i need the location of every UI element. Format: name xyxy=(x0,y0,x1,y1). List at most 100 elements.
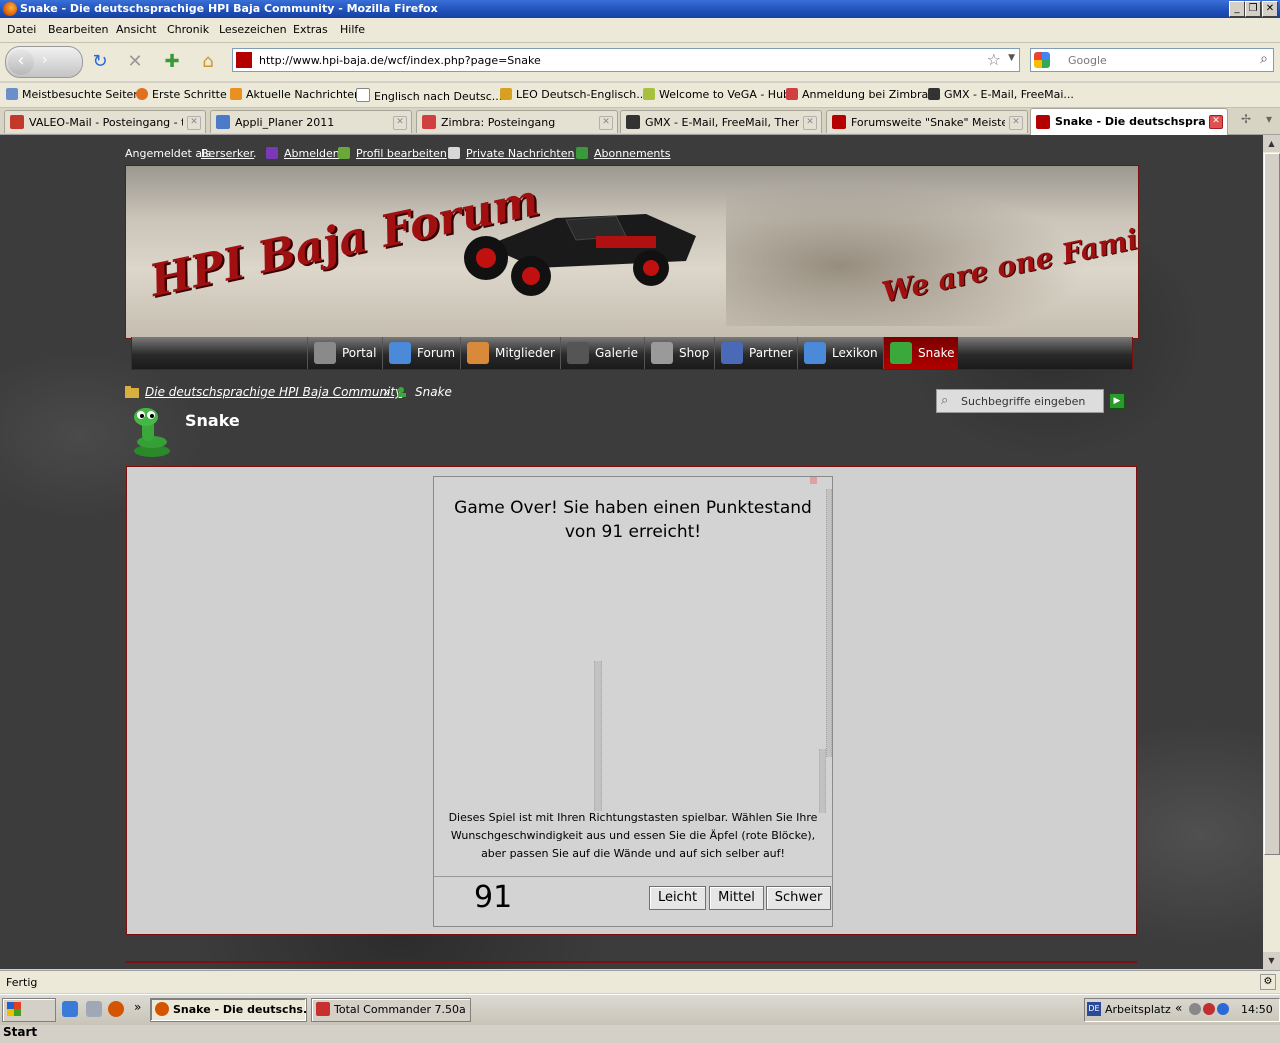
easy-button[interactable]: Leicht xyxy=(649,886,706,910)
subscriptions-link[interactable]: Abonnements xyxy=(594,147,670,160)
forward-button[interactable]: › xyxy=(42,52,48,68)
new-tab-icon[interactable]: ✢ xyxy=(1241,112,1251,126)
tab-appli-planer[interactable]: Appli_Planer 2011 ✕ xyxy=(210,110,412,133)
bookmark-item[interactable]: Meistbesuchte Seiten xyxy=(6,88,140,101)
search-submit-button[interactable]: ▶ xyxy=(1109,393,1125,409)
window-titlebar: Snake - Die deutschsprachige HPI Baja Co… xyxy=(0,0,1280,18)
bookmark-star-icon[interactable]: ☆ xyxy=(987,50,1001,69)
add-bookmark-icon[interactable]: ✚ xyxy=(161,51,183,73)
nav-shop[interactable]: Shop xyxy=(644,337,715,369)
close-window-button[interactable]: ✕ xyxy=(1262,1,1278,17)
forum-banner[interactable]: HPI Baja Forum We are one Family! xyxy=(125,165,1139,339)
page-scrollbar[interactable]: ▲ ▼ xyxy=(1263,135,1280,969)
language-icon[interactable]: DE xyxy=(1087,1002,1101,1016)
tab-snake-meister[interactable]: Forumsweite "Snake" Meister... ✕ xyxy=(826,110,1028,133)
bookmark-item[interactable]: Englisch nach Deutsc... xyxy=(356,88,502,103)
url-bar[interactable]: http://www.hpi-baja.de/wcf/index.php?pag… xyxy=(232,48,1020,72)
tab-close-icon[interactable]: ✕ xyxy=(187,116,201,130)
quicklaunch-more-icon[interactable]: » xyxy=(134,1000,141,1014)
hard-button[interactable]: Schwer xyxy=(766,886,831,910)
nav-gallery[interactable]: Galerie xyxy=(560,337,645,369)
menu-help[interactable]: Hilfe xyxy=(340,23,365,36)
tray-app-icon[interactable] xyxy=(1217,1003,1229,1015)
back-button[interactable]: ‹ xyxy=(8,49,34,75)
vega-icon xyxy=(643,88,655,100)
bookmark-item[interactable]: Erste Schritte xyxy=(136,88,227,101)
logout-link[interactable]: Abmelden xyxy=(284,147,340,160)
site-favicon-icon xyxy=(236,52,252,68)
nav-forum[interactable]: Forum xyxy=(382,337,461,369)
search-icon[interactable]: ⌕ xyxy=(1260,51,1268,67)
nav-members[interactable]: Mitglieder xyxy=(460,337,561,369)
scroll-up-icon[interactable]: ▲ xyxy=(1263,135,1280,152)
username-link[interactable]: Berserker xyxy=(201,147,254,160)
snake-small-icon xyxy=(398,387,406,397)
tab-gmx[interactable]: GMX - E-Mail, FreeMail, Them... ✕ xyxy=(620,110,822,133)
bookmark-item[interactable]: LEO Deutsch-Englisch... xyxy=(500,88,647,101)
camera-icon xyxy=(567,342,589,364)
tray-expand-icon[interactable]: « xyxy=(1175,1001,1182,1015)
status-text: Fertig xyxy=(6,976,38,989)
url-dropdown-icon[interactable]: ▼ xyxy=(1008,53,1015,63)
home-icon[interactable]: ⌂ xyxy=(197,51,219,73)
bookmark-item[interactable]: Anmeldung bei Zimbra... xyxy=(786,88,939,101)
menu-tools[interactable]: Extras xyxy=(293,23,328,36)
snake-icon xyxy=(890,342,912,364)
tab-close-icon[interactable]: ✕ xyxy=(1209,115,1223,129)
forum-search-input[interactable]: ⌕ Suchbegriffe eingeben xyxy=(936,389,1104,413)
task-firefox[interactable]: Snake - Die deutschs... xyxy=(150,998,307,1022)
antivirus-icon[interactable] xyxy=(1203,1003,1215,1015)
nav-partner[interactable]: Partner xyxy=(714,337,798,369)
tab-close-icon[interactable]: ✕ xyxy=(1009,116,1023,130)
maximize-button[interactable]: ❐ xyxy=(1245,1,1261,17)
scroll-thumb[interactable] xyxy=(1264,153,1280,855)
bookmark-item[interactable]: GMX - E-Mail, FreeMai... xyxy=(928,88,1074,101)
network-icon[interactable] xyxy=(1189,1003,1201,1015)
bookmark-item[interactable]: Welcome to VeGA - Hub xyxy=(643,88,790,101)
reload-icon[interactable]: ↻ xyxy=(89,51,111,73)
tab-close-icon[interactable]: ✕ xyxy=(803,116,817,130)
task-total-commander[interactable]: Total Commander 7.50a ... xyxy=(311,998,471,1022)
page-icon xyxy=(356,88,370,102)
nav-portal[interactable]: Portal xyxy=(307,337,383,369)
tab-strip: VALEO-Mail - Posteingang - to... ✕ Appli… xyxy=(0,108,1280,135)
web-search-field[interactable]: Google ⌕ xyxy=(1030,48,1274,72)
tab-close-icon[interactable]: ✕ xyxy=(393,116,407,130)
nav-lexikon[interactable]: Lexikon xyxy=(797,337,884,369)
footer-divider xyxy=(126,961,1137,963)
scroll-down-icon[interactable]: ▼ xyxy=(1263,952,1280,969)
snake-game[interactable]: Game Over! Sie haben einen Punktestand v… xyxy=(433,476,833,927)
back-forward-group: ‹ › xyxy=(5,46,83,78)
start-button[interactable]: Start xyxy=(2,998,56,1039)
menu-history[interactable]: Chronik xyxy=(167,23,209,36)
tab-snake-active[interactable]: Snake - Die deutschspra... ✕ xyxy=(1030,108,1228,135)
menu-bookmarks[interactable]: Lesezeichen xyxy=(219,23,287,36)
edit-profile-link[interactable]: Profil bearbeiten xyxy=(356,147,447,160)
tab-zimbra[interactable]: Zimbra: Posteingang ✕ xyxy=(416,110,618,133)
firefox-icon[interactable] xyxy=(108,1001,124,1017)
snake-body-segment xyxy=(819,749,826,813)
stop-icon[interactable]: ✕ xyxy=(124,51,146,73)
menu-edit[interactable]: Bearbeiten xyxy=(48,23,108,36)
google-engine-icon[interactable] xyxy=(1034,52,1050,68)
nav-snake[interactable]: Snake xyxy=(883,337,958,369)
addon-bar-icon[interactable]: ⚙ xyxy=(1260,974,1276,990)
tray-label[interactable]: Arbeitsplatz xyxy=(1105,1003,1171,1016)
bookmark-item[interactable]: Aktuelle Nachrichten xyxy=(230,88,361,101)
envelope-icon xyxy=(448,147,460,159)
ie-icon[interactable] xyxy=(62,1001,78,1017)
private-messages-link[interactable]: Private Nachrichten xyxy=(466,147,575,160)
game-instructions: Dieses Spiel ist mit Ihren Richtungstast… xyxy=(448,811,818,860)
tab-close-icon[interactable]: ✕ xyxy=(599,116,613,130)
bookmark-folder-icon xyxy=(6,88,18,100)
tab-list-icon[interactable]: ▾ xyxy=(1266,112,1272,126)
breadcrumb-home-link[interactable]: Die deutschsprachige HPI Baja Community xyxy=(145,385,402,399)
minimize-button[interactable]: _ xyxy=(1229,1,1245,17)
notepad-icon[interactable] xyxy=(86,1001,102,1017)
system-tray: DE Arbeitsplatz « 14:50 xyxy=(1084,998,1280,1022)
menu-file[interactable]: Datei xyxy=(7,23,36,36)
tab-valeo-mail[interactable]: VALEO-Mail - Posteingang - to... ✕ xyxy=(4,110,206,133)
content-panel: Game Over! Sie haben einen Punktestand v… xyxy=(126,466,1137,935)
medium-button[interactable]: Mittel xyxy=(709,886,764,910)
menu-view[interactable]: Ansicht xyxy=(116,23,157,36)
